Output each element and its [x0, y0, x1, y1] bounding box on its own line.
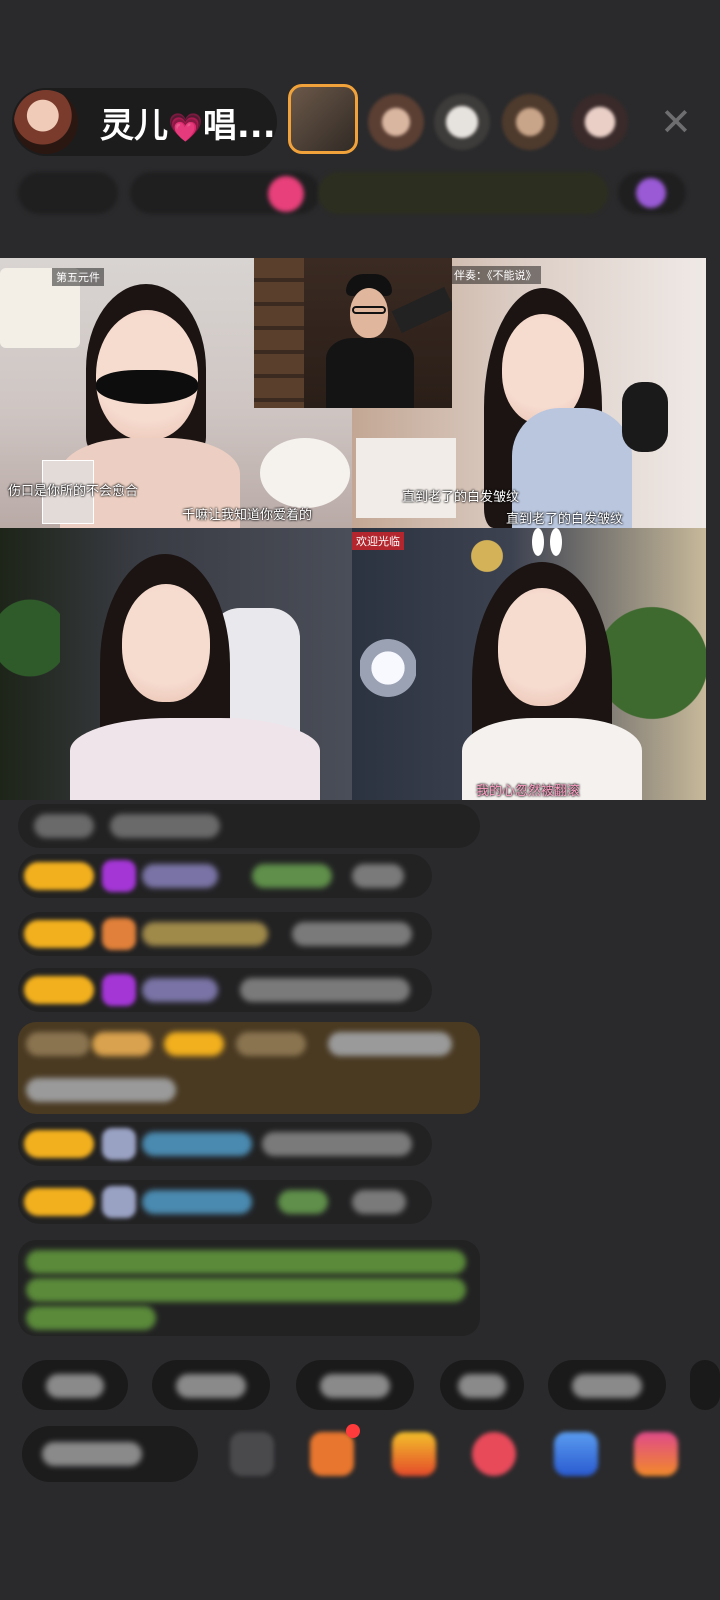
- badge-icon: [102, 1128, 136, 1160]
- quick-reply-chip[interactable]: [22, 1360, 128, 1410]
- tile3-caption-2: 直到老了的白发皱纹: [506, 512, 624, 527]
- bookshelf: [254, 258, 304, 408]
- top-viewer-avatar-5[interactable]: [572, 94, 628, 150]
- host-name-text: 灵儿: [100, 105, 168, 146]
- gift-icon[interactable]: [634, 1432, 678, 1476]
- gem-icon: [102, 860, 136, 892]
- table-lamp: [360, 638, 416, 698]
- notification-dot: [346, 1424, 360, 1438]
- chat-message: [18, 1180, 432, 1224]
- top-viewer-avatar-1[interactable]: [288, 84, 358, 154]
- comment-input[interactable]: [22, 1426, 198, 1482]
- room-tag-green[interactable]: [318, 172, 608, 214]
- chat-highlight-message: [18, 1022, 480, 1114]
- user-level-badge: [24, 920, 94, 948]
- hongbao-icon[interactable]: [472, 1432, 516, 1476]
- room-tags-row: [18, 172, 686, 214]
- tile1-caption-left: 伤口是你所的不会愈合: [8, 484, 139, 499]
- badge-icon: [636, 178, 666, 208]
- heart-icon: 💗: [168, 110, 203, 144]
- quick-reply-chip[interactable]: [548, 1360, 666, 1410]
- face: [498, 588, 586, 706]
- glasses: [352, 306, 386, 314]
- chat-message: [18, 1122, 432, 1166]
- quick-reply-chip[interactable]: [440, 1360, 524, 1410]
- top-viewer-avatar-3[interactable]: [434, 94, 490, 150]
- bunny-ears-icon: [528, 528, 568, 568]
- tile5-tag: 欢迎光临: [352, 532, 404, 550]
- tile3-caption-1: 直到老了的白发皱纹: [402, 490, 520, 505]
- lamp-decor: [260, 438, 350, 508]
- microphone-arm: [391, 286, 452, 334]
- system-notice-message: [18, 1240, 480, 1336]
- tile5-caption: 我的心忽然被翻滚: [476, 784, 581, 799]
- chat-area: [0, 800, 720, 1340]
- chat-message: [18, 912, 432, 956]
- video-tile-2[interactable]: [254, 258, 452, 408]
- user-level-badge: [24, 1188, 94, 1216]
- top-viewer-avatar-2[interactable]: [368, 94, 424, 150]
- badge-icon: [102, 1186, 136, 1218]
- video-tile-5[interactable]: 欢迎光临 我的心忽然被翻滚: [352, 528, 706, 800]
- user-level-badge: [24, 976, 94, 1004]
- body: [326, 338, 414, 408]
- chat-message: [18, 854, 432, 898]
- dress: [70, 718, 320, 800]
- heart-badge-icon[interactable]: [268, 176, 304, 212]
- plant: [598, 588, 706, 738]
- host-avatar[interactable]: [14, 90, 78, 154]
- host-info-pill[interactable]: 灵儿💗唱...: [12, 88, 277, 156]
- quick-reply-chip[interactable]: [690, 1360, 720, 1410]
- badge-icon: [102, 918, 136, 950]
- user-level-badge: [24, 862, 94, 890]
- close-icon[interactable]: ✕: [660, 100, 692, 144]
- gift-box-icon[interactable]: [310, 1432, 354, 1476]
- room-tag[interactable]: [18, 172, 118, 214]
- chat-message: [18, 804, 480, 848]
- microphone: [622, 382, 668, 452]
- shop-icon[interactable]: [392, 1432, 436, 1476]
- plant: [0, 568, 60, 708]
- quick-reply-chip[interactable]: [152, 1360, 270, 1410]
- sunglasses: [96, 370, 198, 404]
- gem-icon: [102, 974, 136, 1006]
- face: [122, 584, 210, 702]
- emoji-icon[interactable]: [230, 1432, 274, 1476]
- tile3-tag: 伴奏：《不能说》: [450, 266, 541, 284]
- game-icon[interactable]: [554, 1432, 598, 1476]
- host-name: 灵儿💗唱...: [100, 98, 276, 147]
- video-tile-4[interactable]: [0, 528, 352, 800]
- chat-message: [18, 968, 432, 1012]
- top-viewer-avatar-4[interactable]: [502, 94, 558, 150]
- dresser: [356, 438, 456, 518]
- tile1-tag: 第五元件: [52, 268, 104, 286]
- host-name-suffix: 唱...: [202, 105, 276, 146]
- quick-reply-chip[interactable]: [296, 1360, 414, 1410]
- tile1-caption-right: 千嘛让我知道你爱着的: [182, 508, 313, 523]
- user-level-badge: [24, 1130, 94, 1158]
